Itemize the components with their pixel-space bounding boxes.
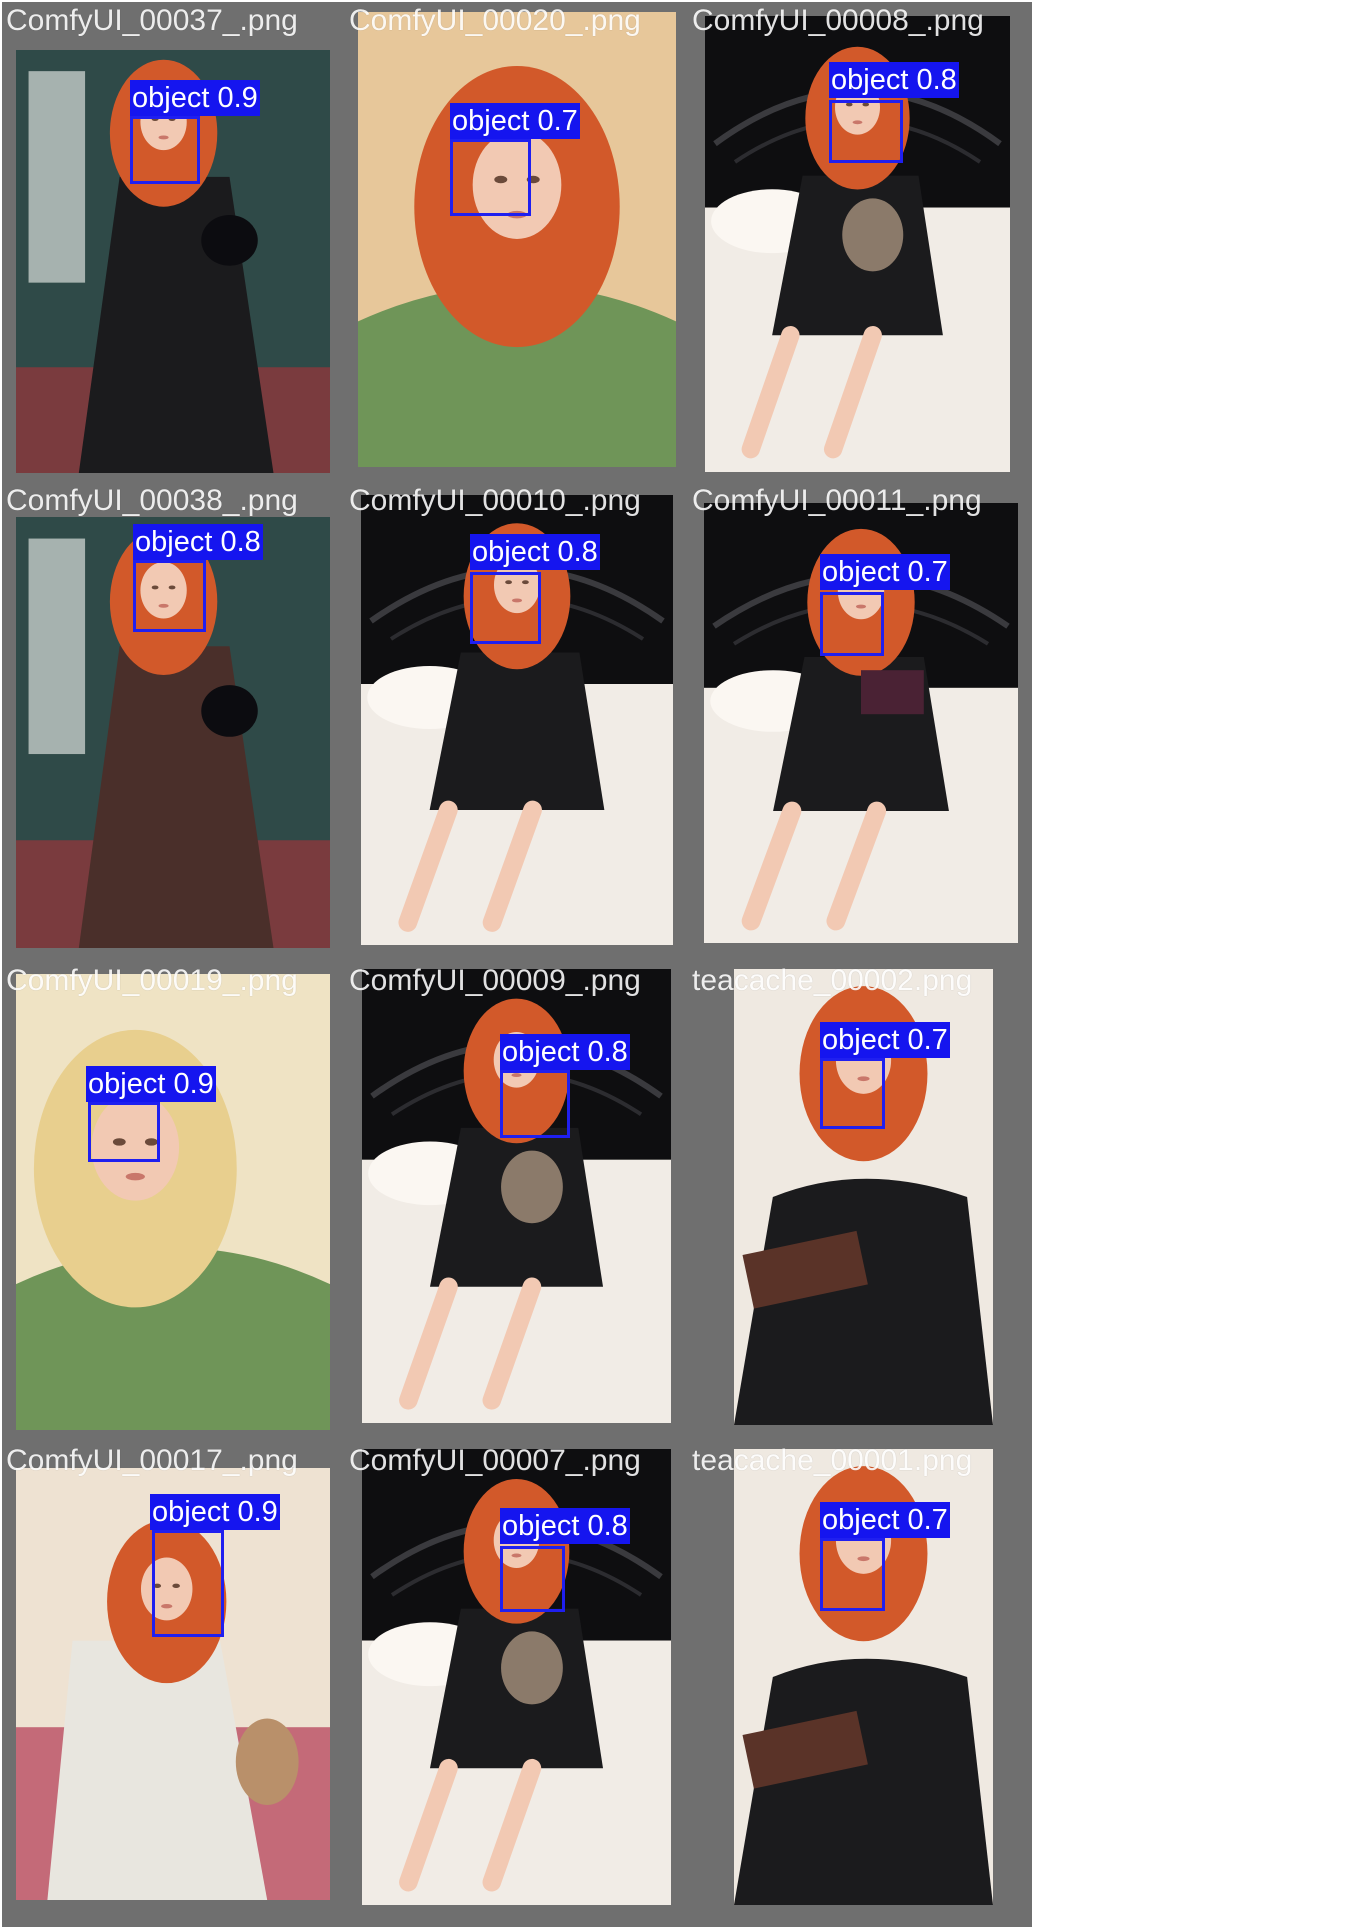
gallery-tile[interactable]: ComfyUI_00007_.pngobject 0.8 — [345, 1442, 689, 1927]
tile-filename: ComfyUI_00008_.png — [692, 4, 984, 37]
detection-label: object 0.8 — [500, 1034, 630, 1070]
detection-box — [152, 1530, 224, 1637]
detection-label: object 0.9 — [86, 1066, 216, 1102]
detection-box — [829, 100, 903, 163]
gallery-tile[interactable]: ComfyUI_00011_.pngobject 0.7 — [688, 482, 1032, 967]
detection-label: object 0.9 — [130, 80, 260, 116]
detection-label: object 0.8 — [470, 534, 600, 570]
detection-label: object 0.9 — [150, 1494, 280, 1530]
tile-filename: ComfyUI_00010_.png — [349, 484, 641, 517]
gallery-tile[interactable]: teacache_00002.pngobject 0.7 — [688, 962, 1032, 1447]
detection-label: object 0.7 — [820, 1022, 950, 1058]
gallery-tile[interactable]: ComfyUI_00019_.pngobject 0.9 — [2, 962, 346, 1447]
detection-box — [820, 1538, 885, 1611]
detection-grid: ComfyUI_00037_.pngobject 0.9 ComfyUI_000… — [0, 0, 1372, 1927]
gallery-tile[interactable]: ComfyUI_00008_.pngobject 0.8 — [688, 2, 1032, 487]
detection-box — [133, 560, 206, 632]
tile-filename: ComfyUI_00020_.png — [349, 4, 641, 37]
gallery-tile[interactable]: ComfyUI_00038_.pngobject 0.8 — [2, 482, 346, 967]
gallery-tile[interactable]: teacache_00001.pngobject 0.7 — [688, 1442, 1032, 1927]
gallery-tile[interactable]: ComfyUI_00009_.pngobject 0.8 — [345, 962, 689, 1447]
tile-filename: teacache_00001.png — [692, 1444, 973, 1477]
detection-label: object 0.7 — [450, 103, 580, 139]
tile-filename: teacache_00002.png — [692, 964, 973, 997]
tile-filename: ComfyUI_00017_.png — [6, 1444, 298, 1477]
tile-image — [16, 974, 330, 1430]
detection-label: object 0.7 — [820, 1502, 950, 1538]
tile-filename: ComfyUI_00011_.png — [692, 484, 982, 517]
detection-box — [88, 1102, 160, 1162]
tile-filename: ComfyUI_00038_.png — [6, 484, 298, 517]
tile-filename: ComfyUI_00019_.png — [6, 964, 298, 997]
detection-box — [130, 116, 200, 184]
detection-label: object 0.7 — [820, 554, 950, 590]
detection-box — [470, 572, 541, 644]
detection-label: object 0.8 — [500, 1508, 630, 1544]
tile-image — [358, 12, 676, 467]
gallery-tile[interactable]: ComfyUI_00017_.pngobject 0.9 — [2, 1442, 346, 1927]
detection-label: object 0.8 — [133, 524, 263, 560]
tile-filename: ComfyUI_00009_.png — [349, 964, 641, 997]
detection-label: object 0.8 — [829, 62, 959, 98]
detection-box — [820, 1058, 885, 1129]
tile-filename: ComfyUI_00007_.png — [349, 1444, 641, 1477]
detection-box — [820, 592, 884, 656]
detection-box — [500, 1546, 565, 1612]
gallery-tile[interactable]: ComfyUI_00037_.pngobject 0.9 — [2, 2, 346, 487]
detection-box — [450, 139, 531, 216]
gallery-tile[interactable]: ComfyUI_00020_.pngobject 0.7 — [345, 2, 689, 487]
tile-filename: ComfyUI_00037_.png — [6, 4, 298, 37]
gallery-tile[interactable]: ComfyUI_00010_.pngobject 0.8 — [345, 482, 689, 967]
detection-box — [500, 1070, 570, 1138]
